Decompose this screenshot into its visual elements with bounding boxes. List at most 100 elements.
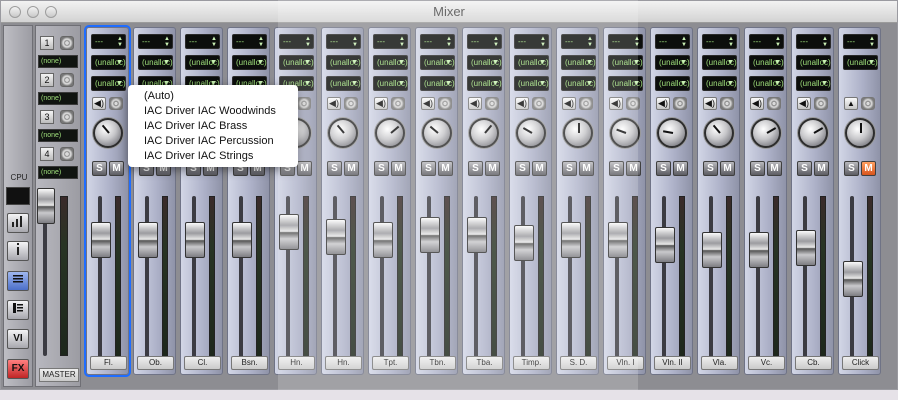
gear-icon[interactable] — [344, 97, 358, 110]
gear-icon[interactable] — [297, 97, 311, 110]
channel-name[interactable]: S. D. — [560, 356, 597, 370]
channel-number-field[interactable]: --- ▲ ▼ — [232, 34, 267, 49]
solo-button[interactable]: S — [374, 161, 389, 176]
solo-button[interactable]: S — [327, 161, 342, 176]
channel-strip[interactable]: --- ▲ ▼ (unalloc) ▼ (unalloc) ▼ ◀) S M Tpt. — [368, 27, 411, 375]
mute-button[interactable]: M — [344, 161, 359, 176]
menu-item[interactable]: IAC Driver IAC Percussion — [128, 134, 298, 149]
volume-fader[interactable] — [279, 214, 299, 250]
gear-icon[interactable] — [720, 97, 734, 110]
bus-route-field[interactable]: (none) — [38, 55, 78, 68]
channel-name[interactable]: Timp. — [513, 356, 550, 370]
output-device-select[interactable]: (unalloc) ▼ — [91, 76, 126, 91]
channel-number-field[interactable]: --- ▲ ▼ — [373, 34, 408, 49]
metronome-icon[interactable]: ▲ — [844, 97, 858, 110]
solo-button[interactable]: S — [562, 161, 577, 176]
gear-icon[interactable] — [60, 147, 74, 161]
solo-button[interactable]: S — [656, 161, 671, 176]
pan-knob[interactable] — [798, 118, 828, 148]
mute-button[interactable]: M — [297, 161, 312, 176]
speaker-icon[interactable]: ◀) — [562, 97, 576, 110]
gear-icon[interactable] — [532, 97, 546, 110]
pan-knob[interactable] — [328, 118, 358, 148]
bus-number[interactable]: 1 — [40, 36, 54, 50]
channel-strip[interactable]: --- ▲ ▼ (unalloc) ▼ (unalloc) ▼ ◀) S M Tbn. — [415, 27, 458, 375]
solo-button[interactable]: S — [421, 161, 436, 176]
volume-fader[interactable] — [608, 222, 628, 258]
channel-number-field[interactable]: --- ▲ ▼ — [561, 34, 596, 49]
speaker-icon[interactable]: ◀) — [327, 97, 341, 110]
gear-icon[interactable] — [60, 110, 74, 124]
channel-name[interactable]: Vln. II — [654, 356, 691, 370]
speaker-icon[interactable]: ◀) — [797, 97, 811, 110]
output-device-select[interactable]: (unalloc) ▼ — [467, 76, 502, 91]
mute-button[interactable]: M — [579, 161, 594, 176]
mute-button[interactable]: M — [720, 161, 735, 176]
channel-strip[interactable]: --- ▲ ▼ (unalloc) ▼ (unalloc) ▼ ◀) S M Cb. — [791, 27, 834, 375]
solo-button[interactable]: S — [703, 161, 718, 176]
speaker-icon[interactable]: ◀) — [656, 97, 670, 110]
channel-number-field[interactable]: --- ▲ ▼ — [185, 34, 220, 49]
solo-button[interactable]: S — [797, 161, 812, 176]
volume-fader[interactable] — [232, 222, 252, 258]
channel-number-field[interactable]: --- ▲ ▼ — [467, 34, 502, 49]
mute-button[interactable]: M — [861, 161, 876, 176]
solo-button[interactable]: S — [750, 161, 765, 176]
channel-number-field[interactable]: --- ▲ ▼ — [91, 34, 126, 49]
speaker-icon[interactable]: ◀) — [374, 97, 388, 110]
mute-button[interactable]: M — [814, 161, 829, 176]
channel-name[interactable]: Vc. — [748, 356, 785, 370]
channel-number-field[interactable]: --- ▲ ▼ — [843, 34, 878, 49]
pan-knob[interactable] — [704, 118, 734, 148]
mute-button[interactable]: M — [485, 161, 500, 176]
gear-icon[interactable] — [485, 97, 499, 110]
channel-number-field[interactable]: --- ▲ ▼ — [749, 34, 784, 49]
solo-button[interactable]: S — [844, 161, 859, 176]
volume-fader[interactable] — [373, 222, 393, 258]
output-device-select[interactable]: (unalloc) ▼ — [373, 76, 408, 91]
volume-fader[interactable] — [467, 217, 487, 253]
bus-route-field[interactable]: (none) — [38, 92, 78, 105]
speaker-icon[interactable]: ◀) — [468, 97, 482, 110]
master-fader[interactable] — [37, 188, 55, 224]
fx-button[interactable]: FX — [7, 359, 29, 379]
pan-knob[interactable] — [375, 118, 405, 148]
mute-button[interactable]: M — [673, 161, 688, 176]
meters-view-button[interactable] — [7, 213, 29, 233]
channel-strip[interactable]: --- ▲ ▼ (unalloc) ▼ (unalloc) ▼ ◀) S M Vla. — [697, 27, 740, 375]
gear-icon[interactable] — [626, 97, 640, 110]
speaker-icon[interactable]: ◀) — [703, 97, 717, 110]
vi-button[interactable]: VI — [7, 329, 29, 349]
channel-number-field[interactable]: --- ▲ ▼ — [420, 34, 455, 49]
solo-button[interactable]: S — [609, 161, 624, 176]
channel-strip[interactable]: --- ▲ ▼ (unalloc) ▼ (unalloc) ▼ ◀) S M Vln. II — [650, 27, 693, 375]
mute-button[interactable]: M — [391, 161, 406, 176]
info-view-button[interactable] — [7, 241, 29, 261]
input-device-select[interactable]: (unalloc) ▼ — [608, 55, 643, 70]
channel-name[interactable]: Hn. — [278, 356, 315, 370]
volume-fader[interactable] — [91, 222, 111, 258]
gear-icon[interactable] — [60, 73, 74, 87]
channel-name[interactable]: Vla. — [701, 356, 738, 370]
channel-number-field[interactable]: --- ▲ ▼ — [655, 34, 690, 49]
speaker-icon[interactable]: ◀) — [750, 97, 764, 110]
input-device-select[interactable]: (unalloc) ▼ — [326, 55, 361, 70]
volume-fader[interactable] — [514, 225, 534, 261]
mute-button[interactable]: M — [532, 161, 547, 176]
channel-number-field[interactable]: --- ▲ ▼ — [608, 34, 643, 49]
menu-item[interactable]: IAC Driver IAC Strings — [128, 149, 298, 164]
channel-number-field[interactable]: --- ▲ ▼ — [702, 34, 737, 49]
pan-knob[interactable] — [610, 118, 640, 148]
speaker-icon[interactable]: ◀) — [515, 97, 529, 110]
bus-number[interactable]: 4 — [40, 147, 54, 161]
gear-icon[interactable] — [438, 97, 452, 110]
output-device-select[interactable]: (unalloc) ▼ — [561, 76, 596, 91]
output-device-select[interactable]: (unalloc) ▼ — [702, 76, 737, 91]
volume-fader[interactable] — [420, 217, 440, 253]
input-device-select[interactable]: (unalloc) ▼ — [655, 55, 690, 70]
channel-number-field[interactable]: --- ▲ ▼ — [796, 34, 831, 49]
channel-name[interactable]: Hn. — [325, 356, 362, 370]
channel-number-field[interactable]: --- ▲ ▼ — [279, 34, 314, 49]
input-device-select[interactable]: (unalloc) ▼ — [279, 55, 314, 70]
pan-knob[interactable] — [751, 118, 781, 148]
